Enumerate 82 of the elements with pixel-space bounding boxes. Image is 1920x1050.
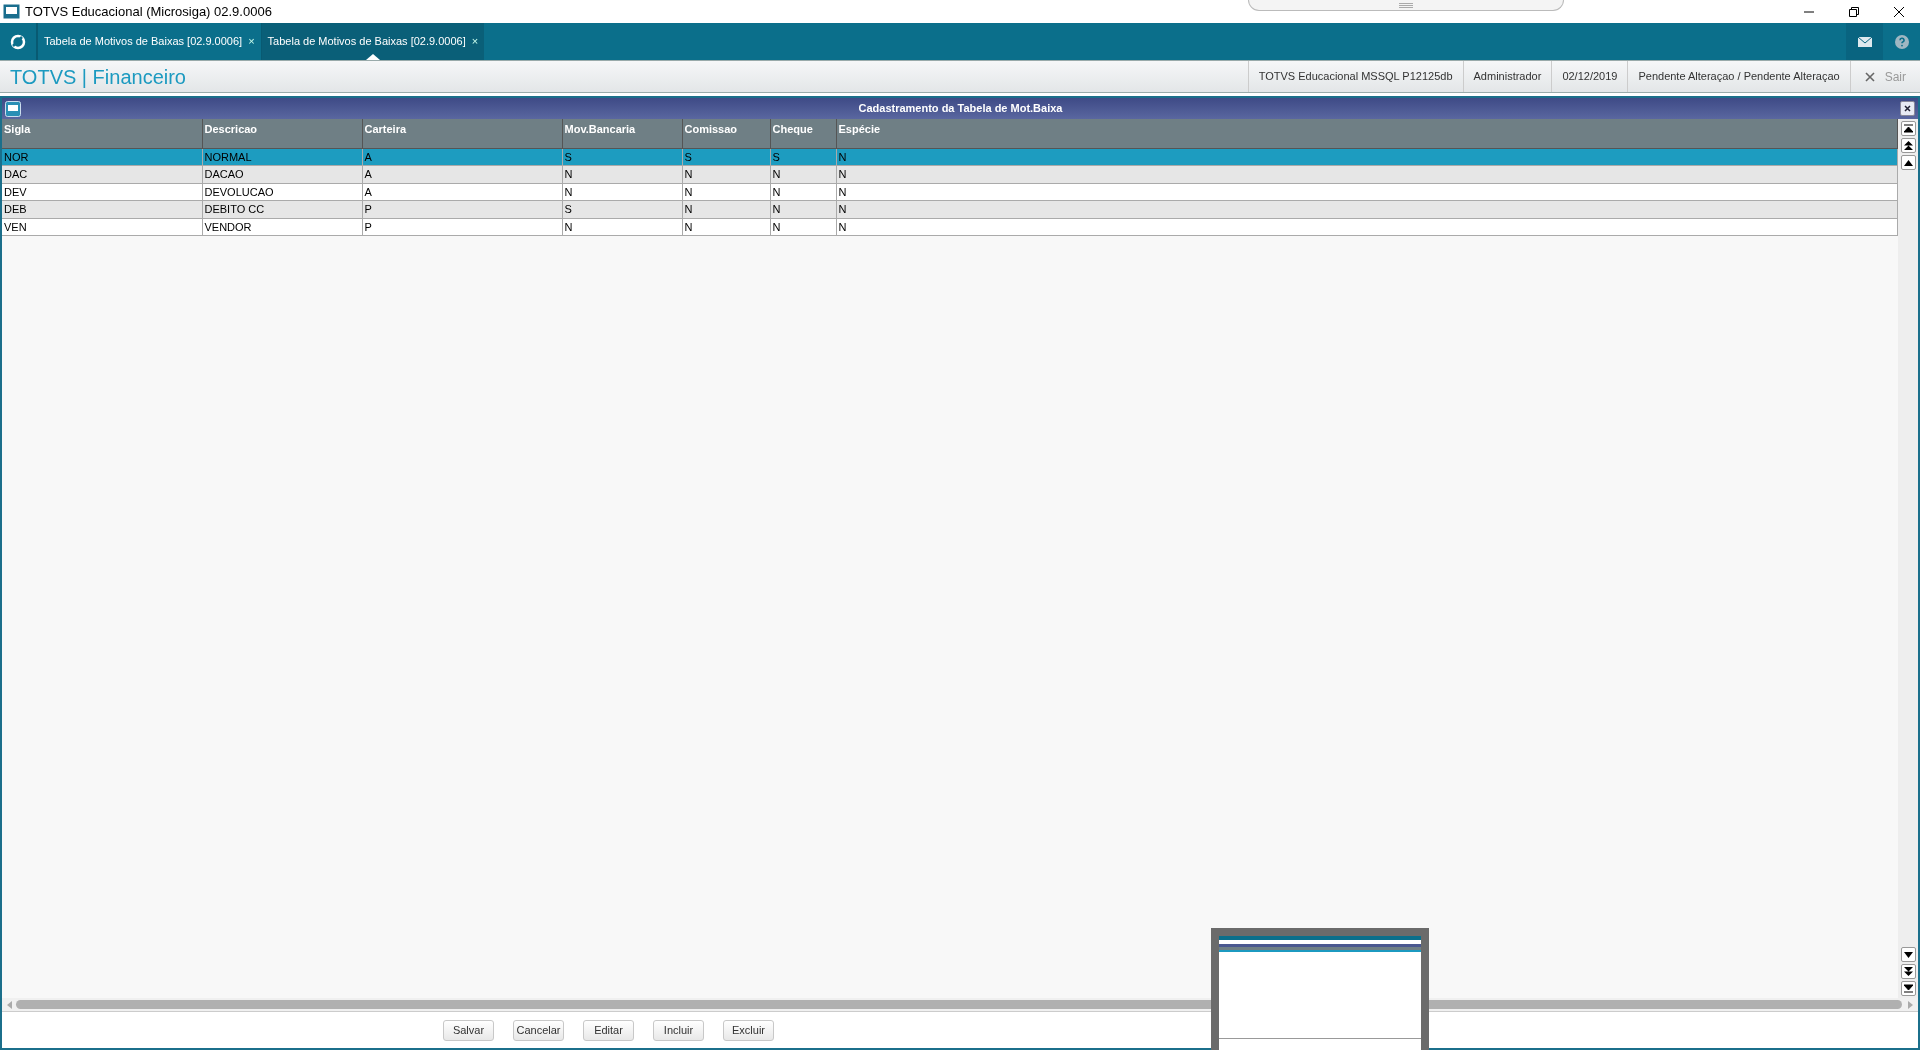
window-icon bbox=[5, 100, 21, 117]
table-cell: S bbox=[770, 148, 836, 166]
panel-title: Cadastramento da Tabela de Mot.Baixa bbox=[857, 101, 1064, 117]
table-cell: DEV bbox=[2, 183, 202, 201]
column-header[interactable]: Descricao bbox=[202, 119, 362, 148]
table-cell: N bbox=[682, 218, 770, 236]
column-header[interactable]: Cheque bbox=[770, 119, 836, 148]
action-button[interactable]: Cancelar bbox=[513, 1019, 564, 1041]
action-button[interactable]: Excluir bbox=[723, 1019, 774, 1041]
table-cell: P bbox=[362, 200, 562, 218]
table-cell: N bbox=[836, 165, 1898, 183]
status-text: 02/12/2019 bbox=[1551, 61, 1628, 92]
scroll-top-icon bbox=[1903, 124, 1913, 133]
scroll-down-button[interactable] bbox=[1900, 947, 1916, 962]
table-cell: S bbox=[562, 200, 682, 218]
column-header[interactable]: Espécie bbox=[836, 119, 1898, 148]
tab-close-button[interactable]: × bbox=[471, 33, 479, 50]
down-icon bbox=[1903, 951, 1913, 958]
column-header[interactable]: Sigla bbox=[2, 119, 202, 148]
table-cell: S bbox=[562, 148, 682, 166]
tab[interactable]: Tabela de Motivos de Baixas [02.9.0006] × bbox=[260, 23, 485, 60]
mail-icon bbox=[1857, 36, 1872, 47]
table-cell: N bbox=[682, 200, 770, 218]
close-button[interactable] bbox=[1900, 101, 1915, 116]
table-cell: N bbox=[836, 200, 1898, 218]
status-text: Administrador bbox=[1462, 61, 1552, 92]
table-cell: A bbox=[362, 165, 562, 183]
scroll-bottom-icon bbox=[1903, 984, 1913, 993]
table-cell: N bbox=[836, 148, 1898, 166]
brand-title: TOTVS | Financeiro bbox=[10, 64, 186, 90]
table-cell: N bbox=[770, 218, 836, 236]
table-cell: N bbox=[836, 183, 1898, 201]
close-icon bbox=[1864, 71, 1875, 82]
table-cell: N bbox=[562, 218, 682, 236]
action-button[interactable]: Editar bbox=[583, 1019, 634, 1041]
double-up-icon bbox=[1903, 141, 1913, 150]
close-icon[interactable] bbox=[1893, 5, 1905, 18]
scroll-up-button[interactable] bbox=[1900, 155, 1916, 170]
scroll-top-button[interactable] bbox=[1900, 121, 1916, 136]
status-text: TOTVS Educacional MSSQL P12125db bbox=[1247, 61, 1463, 92]
table-cell: N bbox=[770, 165, 836, 183]
action-button[interactable]: Incluir bbox=[653, 1019, 704, 1041]
status-text: Pendente Alteraçao / Pendente Alteraçao bbox=[1627, 61, 1850, 92]
up-icon bbox=[1903, 159, 1913, 166]
table-cell: A bbox=[362, 183, 562, 201]
table-cell: N bbox=[562, 183, 682, 201]
sync-icon bbox=[10, 33, 26, 50]
table-cell: N bbox=[770, 183, 836, 201]
table-cell: N bbox=[836, 218, 1898, 236]
table-cell: NOR bbox=[2, 148, 202, 166]
table-cell: A bbox=[362, 148, 562, 166]
table-cell: S bbox=[682, 148, 770, 166]
table-cell: N bbox=[682, 165, 770, 183]
table-cell: DACAO bbox=[202, 165, 362, 183]
table-cell: NORMAL bbox=[202, 148, 362, 166]
column-header[interactable]: Carteira bbox=[362, 119, 562, 148]
column-header[interactable]: Mov.Bancaria bbox=[562, 119, 682, 148]
mail-button[interactable] bbox=[1846, 23, 1883, 60]
restore-icon[interactable] bbox=[1848, 5, 1860, 18]
double-down-icon bbox=[1903, 967, 1913, 976]
table-cell: N bbox=[770, 200, 836, 218]
scroll-bottom-button[interactable] bbox=[1900, 981, 1916, 996]
action-button[interactable]: Salvar bbox=[443, 1019, 494, 1041]
table-cell: DEVOLUCAO bbox=[202, 183, 362, 201]
close-icon bbox=[1904, 105, 1911, 112]
app-icon bbox=[3, 4, 20, 19]
tab-close-button[interactable]: × bbox=[248, 33, 255, 50]
table-cell: DAC bbox=[2, 165, 202, 183]
drawer-handle[interactable] bbox=[1248, 0, 1564, 11]
grip-icon bbox=[1399, 2, 1413, 8]
column-header[interactable]: Comissao bbox=[682, 119, 770, 148]
table-cell: VENDOR bbox=[202, 218, 362, 236]
table-cell: DEB bbox=[2, 200, 202, 218]
table-cell: N bbox=[682, 183, 770, 201]
page-down-button[interactable] bbox=[1900, 964, 1916, 979]
help-icon bbox=[1894, 34, 1909, 49]
window-title: TOTVS Educacional (Microsiga) 02.9.0006 bbox=[25, 2, 272, 21]
table-cell: DEBITO CC bbox=[202, 200, 362, 218]
table-cell: VEN bbox=[2, 218, 202, 236]
page-up-button[interactable] bbox=[1900, 138, 1916, 153]
table-cell: N bbox=[562, 165, 682, 183]
table-cell: P bbox=[362, 218, 562, 236]
